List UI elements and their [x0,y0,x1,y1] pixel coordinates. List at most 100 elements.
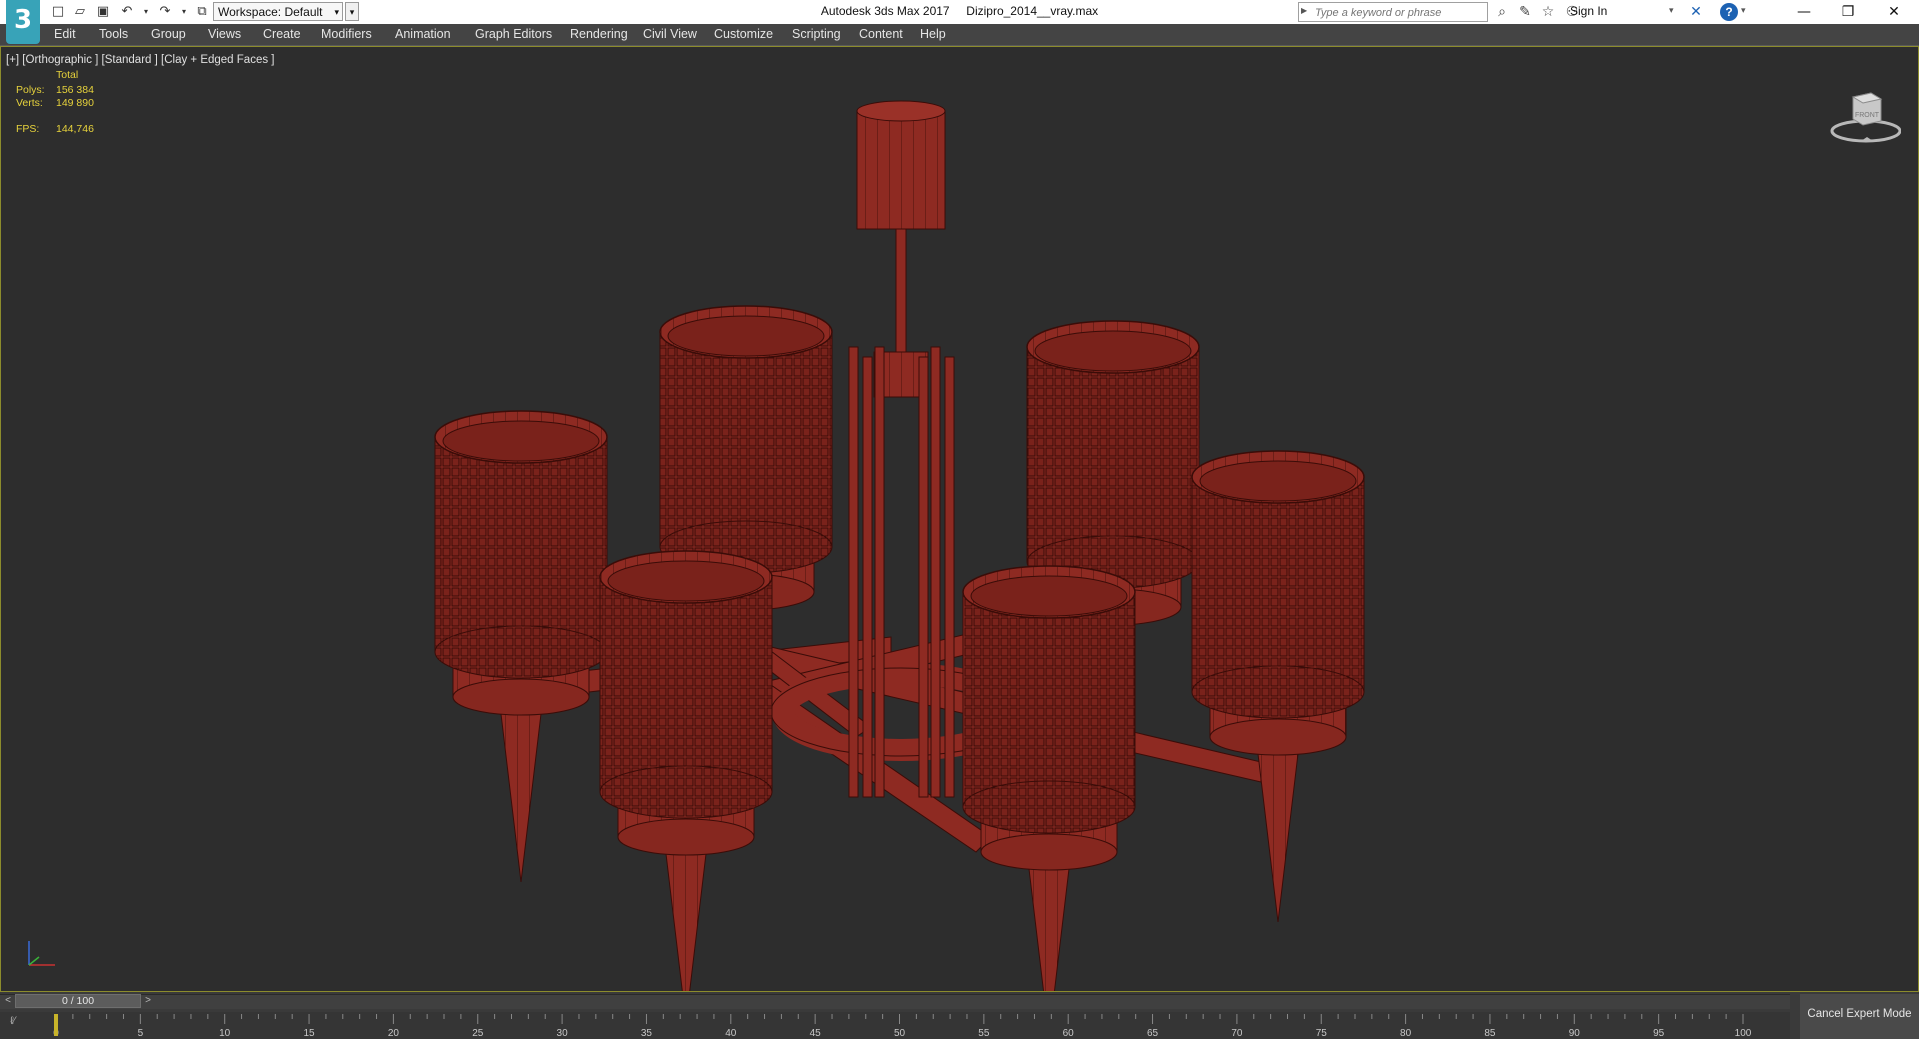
shade-cup-bottom [1209,718,1347,756]
search-arrow-icon[interactable]: ▶ [1301,6,1307,15]
cancel-expert-mode-button[interactable]: Cancel Expert Mode [1800,994,1919,1039]
menu-bar: Edit Tools Group Views Create Modifiers … [0,24,1919,46]
time-slider[interactable]: 0 / 100 [15,994,141,1008]
chevron-right-icon[interactable]: > [142,994,154,1008]
fps-label: FPS: [16,123,40,135]
shade-body [434,436,608,653]
app-logo[interactable]: 3 [6,0,40,44]
verts-label: Verts: [16,97,43,109]
ceiling-canopy [856,110,946,230]
redo-dropdown-icon[interactable]: ▾ [175,3,193,21]
view-cube-label: FRONT [1855,112,1880,119]
vertical-post [944,356,955,798]
perspective-viewport[interactable]: [+] [Orthographic ] [Standard ] [Clay + … [0,46,1919,992]
ruler-label: 95 [1653,1028,1665,1039]
time-cursor[interactable] [54,1014,58,1036]
workspace-label: Workspace: Default [218,5,323,19]
shade-body [659,331,833,548]
menu-tools[interactable]: Tools [99,27,128,41]
ruler-label: 15 [303,1028,315,1039]
open-file-icon[interactable]: ▱ [71,3,89,21]
shade-inner [442,420,600,462]
ruler-label: 75 [1316,1028,1328,1039]
communication-icon[interactable]: ✎ [1515,2,1535,22]
viewport-label[interactable]: [+] [Orthographic ] [Standard ] [Clay + … [6,54,274,66]
time-slider-track[interactable] [0,994,1790,1009]
shade-body-bottom [599,765,773,819]
binoculars-icon[interactable]: ⌕ [1492,2,1512,22]
shade-body-bottom [434,625,608,679]
ruler-label: 90 [1569,1028,1581,1039]
chevron-down-icon[interactable]: ▾ [1741,5,1746,16]
timeline-panel: < 0 / 100 > ℓ∕ 0510152025303540455055606… [0,992,1919,1039]
restore-icon[interactable]: ❐ [1826,0,1870,24]
verts-value: 149 890 [56,97,94,109]
star-icon[interactable]: ☆ [1538,2,1558,22]
shade-cup-bottom [980,833,1118,871]
fps-value: 144,746 [56,123,94,135]
chandelier-model[interactable] [1,47,1918,991]
exchange-icon[interactable]: ✕ [1686,2,1706,22]
menu-create[interactable]: Create [263,27,301,41]
redo-icon[interactable]: ↷ [156,3,174,21]
shade-inner [1034,330,1192,372]
workspace-select[interactable]: Workspace: Default ▾ [213,2,343,21]
shade-body [962,591,1136,808]
ruler-label: 70 [1231,1028,1243,1039]
help-icon[interactable]: ? [1720,3,1738,21]
shade-cone [498,696,544,883]
polys-label: Polys: [16,84,45,96]
search-input[interactable] [1313,3,1487,23]
sign-in-button[interactable]: Sign In [1570,4,1607,18]
chevron-left-icon[interactable]: < [2,994,14,1008]
ruler-label: 25 [472,1028,484,1039]
menu-scripting[interactable]: Scripting [792,27,841,41]
undo-icon[interactable]: ↶ [118,3,136,21]
workspace-menu-button[interactable]: ▾ [345,2,359,21]
vertical-post [848,346,859,798]
view-cube[interactable]: FRONT [1821,83,1901,143]
close-icon[interactable]: ✕ [1872,0,1916,24]
menu-views[interactable]: Views [208,27,241,41]
project-folder-icon[interactable]: ⧉ [193,3,211,21]
menu-customize[interactable]: Customize [714,27,773,41]
shade-body [1191,476,1365,693]
menu-modifiers[interactable]: Modifiers [321,27,372,41]
file-name: Dizipro_2014__vray.max [966,4,1099,18]
ruler-label: 10 [219,1028,231,1039]
chevron-down-icon[interactable]: ▾ [1669,5,1674,16]
shade-body-bottom [962,780,1136,834]
ruler-label: 45 [810,1028,822,1039]
undo-dropdown-icon[interactable]: ▾ [137,3,155,21]
menu-civil-view[interactable]: Civil View [643,27,697,41]
shade-inner [1199,460,1357,502]
ruler-label: 65 [1147,1028,1159,1039]
menu-graph-editors[interactable]: Graph Editors [475,27,552,41]
ruler-label: 5 [138,1028,144,1039]
shade-inner [667,315,825,357]
menu-animation[interactable]: Animation [395,27,451,41]
menu-content[interactable]: Content [859,27,903,41]
chevron-down-icon: ▾ [334,7,339,17]
shade-body [599,576,773,793]
axis-tripod [28,941,55,966]
menu-edit[interactable]: Edit [54,27,76,41]
stats-header: Total [56,69,79,81]
ruler-label: 60 [1063,1028,1075,1039]
vertical-post [930,346,941,798]
menu-rendering[interactable]: Rendering [570,27,628,41]
shade-cup-bottom [617,818,755,856]
shade-cone [1255,736,1301,923]
minimize-icon[interactable]: — [1782,0,1826,24]
new-file-icon[interactable]: □ [49,3,67,21]
save-icon[interactable]: ▣ [94,3,112,21]
shade-inner [607,560,765,602]
ruler-label: 50 [894,1028,906,1039]
search-box[interactable]: ▶ [1298,2,1488,23]
vertical-post [918,356,929,798]
ruler-label: 55 [978,1028,990,1039]
frame-ruler[interactable]: 0510152025303540455055606570758085909510… [0,1012,1790,1039]
menu-help[interactable]: Help [920,27,946,41]
menu-group[interactable]: Group [151,27,186,41]
model-group [434,100,1365,991]
